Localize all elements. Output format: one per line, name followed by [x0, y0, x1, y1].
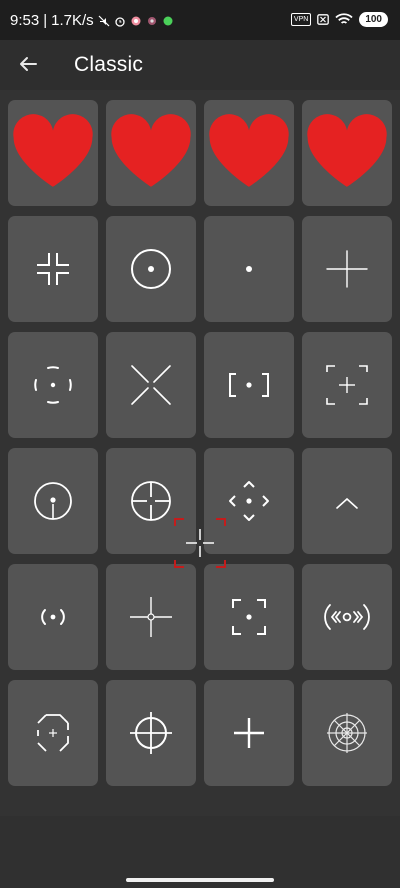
thin-plus-crosshair-icon: [326, 250, 368, 288]
back-arrow-icon[interactable]: [14, 50, 42, 78]
large-x-crosshair-icon: [131, 365, 171, 405]
home-indicator[interactable]: [126, 878, 274, 882]
drag-preview-crosshair-icon[interactable]: [172, 516, 228, 570]
favorite-heart-icon: [209, 114, 289, 187]
corner-frame-plus-crosshair-icon: [326, 365, 368, 405]
page-title: Classic: [74, 53, 144, 76]
app-notification-icon: [131, 16, 141, 25]
corner-frame-dot-crosshair-icon: [232, 599, 266, 635]
vpn-icon: VPN: [290, 13, 312, 26]
crosshair-tile[interactable]: [106, 680, 196, 786]
crosshair-grid: [0, 90, 400, 816]
app-notification-icon-3: [163, 16, 173, 25]
crosshair-tile[interactable]: [302, 448, 392, 554]
circle-long-plus-crosshair-icon: [130, 712, 172, 754]
status-time: 9:53: [10, 12, 40, 29]
status-right: VPN 100: [290, 12, 388, 27]
sniper-scope-crosshair-icon: [327, 713, 367, 753]
app-bar: Classic: [0, 40, 400, 90]
crosshair-tile[interactable]: [8, 332, 98, 438]
status-separator: |: [43, 12, 48, 29]
crosshair-tile[interactable]: [204, 564, 294, 670]
crosshair-tile[interactable]: [204, 332, 294, 438]
crosshair-tile[interactable]: [8, 216, 98, 322]
status-speed: 1.7K/s: [51, 12, 94, 29]
plus-small-circle-crosshair-icon: [130, 597, 172, 637]
crosshair-tile[interactable]: [106, 332, 196, 438]
corner-brackets-crosshair-icon: [37, 253, 69, 285]
octagon-plus-crosshair-icon: [37, 714, 69, 752]
crosshair-tile[interactable]: [106, 100, 196, 206]
arc-segments-dot-crosshair-icon: [34, 366, 72, 404]
favorite-heart-icon: [307, 114, 387, 187]
crosshair-tile[interactable]: [204, 680, 294, 786]
crosshair-tile[interactable]: [8, 680, 98, 786]
crosshair-tile[interactable]: [302, 100, 392, 206]
parentheses-dot-crosshair-icon: [41, 609, 65, 625]
crosshair-tile[interactable]: [8, 564, 98, 670]
bold-plus-crosshair-icon: [234, 718, 264, 748]
crosshair-tile[interactable]: [8, 448, 98, 554]
favorite-heart-icon: [111, 114, 191, 187]
crosshair-tile[interactable]: [302, 564, 392, 670]
square-brackets-dot-crosshair-icon: [229, 373, 269, 397]
crosshair-tile[interactable]: [8, 100, 98, 206]
favorite-heart-icon: [13, 114, 93, 187]
chevron-up-crosshair-icon: [336, 497, 358, 509]
status-bar: 9:53 | 1.7K/s VPN 100: [0, 0, 400, 40]
wifi-icon: [335, 13, 353, 24]
crosshair-tile[interactable]: [204, 216, 294, 322]
single-dot-crosshair-icon: [246, 266, 252, 272]
circle-dot-crosshair-icon: [131, 249, 171, 289]
battery-icon: 100: [359, 12, 388, 27]
status-left: 9:53 | 1.7K/s: [10, 12, 174, 29]
mute-icon: [98, 15, 110, 26]
crosshair-tile[interactable]: [302, 216, 392, 322]
crosshair-tile[interactable]: [106, 216, 196, 322]
crosshair-tile[interactable]: [302, 680, 392, 786]
arrow-brackets-circle-crosshair-icon: [324, 604, 370, 630]
alarm-icon: [114, 16, 125, 27]
no-sim-icon: [317, 14, 330, 25]
crosshair-tile[interactable]: [302, 332, 392, 438]
circle-stem-dot-crosshair-icon: [34, 482, 72, 520]
app-notification-icon-2: [147, 16, 156, 25]
crosshair-tile[interactable]: [204, 100, 294, 206]
crosshair-tile[interactable]: [106, 564, 196, 670]
